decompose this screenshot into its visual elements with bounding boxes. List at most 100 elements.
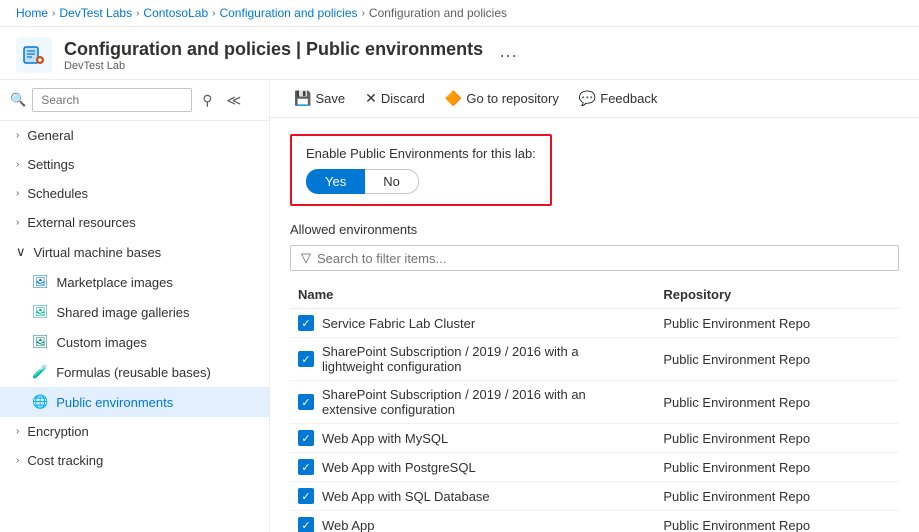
page-subtitle: DevTest Lab: [64, 60, 483, 72]
sidebar-item-label: General: [27, 128, 73, 143]
filter-input[interactable]: [317, 251, 888, 266]
table-cell-repo: Public Environment Repo: [655, 309, 899, 338]
toggle-yes-button[interactable]: Yes: [306, 169, 365, 194]
breadcrumb: Home › DevTest Labs › ContosoLab › Confi…: [0, 0, 919, 27]
public-env-icon: 🌐: [32, 394, 48, 410]
row-checkbox[interactable]: ✓: [298, 351, 314, 367]
sidebar-item-label: Formulas (reusable bases): [56, 365, 211, 380]
sidebar-item-label: Schedules: [27, 186, 88, 201]
sidebar-item-custom-images[interactable]: 🖼 Custom images: [0, 327, 269, 357]
col-header-name: Name: [290, 281, 655, 309]
toggle-no-button[interactable]: No: [365, 169, 419, 194]
feedback-button[interactable]: 💬 Feedback: [571, 86, 666, 111]
pin-button[interactable]: ⚲: [198, 90, 216, 111]
sidebar-item-formulas[interactable]: 🧪 Formulas (reusable bases): [0, 357, 269, 387]
row-checkbox[interactable]: ✓: [298, 315, 314, 331]
enable-label: Enable Public Environments for this lab:: [306, 146, 536, 161]
sidebar-item-label: External resources: [27, 215, 135, 230]
sidebar-item-label: Cost tracking: [27, 453, 103, 468]
breadcrumb-home[interactable]: Home: [16, 6, 48, 20]
collapse-button[interactable]: ≪: [222, 90, 245, 111]
sidebar: 🔍 ⚲ ≪ › General › Settings › Schedules ›…: [0, 80, 270, 532]
table-cell-name: ✓ Web App with SQL Database: [290, 482, 655, 511]
table-row: ✓ SharePoint Subscription / 2019 / 2016 …: [290, 338, 899, 381]
search-input[interactable]: [32, 88, 192, 112]
row-checkbox[interactable]: ✓: [298, 459, 314, 475]
marketplace-icon: 🖼: [32, 274, 49, 290]
filter-box: ▽: [290, 245, 899, 271]
allowed-env-title: Allowed environments: [290, 222, 899, 237]
table-cell-repo: Public Environment Repo: [655, 482, 899, 511]
save-icon: 💾: [294, 90, 311, 107]
page-header-text: Configuration and policies | Public envi…: [64, 39, 483, 72]
toggle-group: Yes No: [306, 169, 536, 194]
discard-icon: ✕: [365, 90, 377, 107]
more-options-button[interactable]: ···: [499, 45, 517, 66]
breadcrumb-sep-4: ›: [362, 8, 365, 19]
breadcrumb-devtest[interactable]: DevTest Labs: [59, 6, 132, 20]
discard-button[interactable]: ✕ Discard: [357, 86, 433, 111]
sidebar-item-shared-image-galleries[interactable]: 🖼 Shared image galleries: [0, 297, 269, 327]
env-name: Service Fabric Lab Cluster: [322, 316, 475, 331]
sidebar-item-encryption[interactable]: › Encryption: [0, 417, 269, 446]
chevron-right-icon: ›: [16, 159, 19, 170]
sidebar-item-label: Public environments: [56, 395, 173, 410]
env-name: Web App with SQL Database: [322, 489, 490, 504]
sidebar-item-label: Settings: [27, 157, 74, 172]
toolbar: 💾 Save ✕ Discard 🔶 Go to repository 💬 Fe…: [270, 80, 919, 118]
sidebar-item-marketplace-images[interactable]: 🖼 Marketplace images: [0, 267, 269, 297]
breadcrumb-sep-3: ›: [212, 8, 215, 19]
repo-icon: 🔶: [445, 90, 462, 107]
table-cell-repo: Public Environment Repo: [655, 338, 899, 381]
sidebar-item-label: Shared image galleries: [57, 305, 190, 320]
env-name: Web App with MySQL: [322, 431, 448, 446]
sidebar-group-vm-bases[interactable]: ∨ Virtual machine bases: [0, 237, 269, 267]
row-checkbox[interactable]: ✓: [298, 394, 314, 410]
save-button[interactable]: 💾 Save: [286, 86, 353, 111]
col-header-repo: Repository: [655, 281, 899, 309]
table-cell-repo: Public Environment Repo: [655, 453, 899, 482]
sidebar-item-cost-tracking[interactable]: › Cost tracking: [0, 446, 269, 475]
content-area: Enable Public Environments for this lab:…: [270, 118, 919, 532]
table-cell-name: ✓ Web App: [290, 511, 655, 532]
page-header-icon: [16, 37, 52, 73]
chevron-right-icon: ›: [16, 217, 19, 228]
sidebar-item-general[interactable]: › General: [0, 121, 269, 150]
breadcrumb-sep-1: ›: [52, 8, 55, 19]
table-row: ✓ Web App Public Environment Repo: [290, 511, 899, 532]
breadcrumb-config-policies[interactable]: Configuration and policies: [219, 6, 357, 20]
sidebar-item-settings[interactable]: › Settings: [0, 150, 269, 179]
sidebar-item-public-environments[interactable]: 🌐 Public environments: [0, 387, 269, 417]
page-title: Configuration and policies | Public envi…: [64, 39, 483, 60]
table-row: ✓ Service Fabric Lab Cluster Public Envi…: [290, 309, 899, 338]
row-checkbox[interactable]: ✓: [298, 488, 314, 504]
env-name: Web App with PostgreSQL: [322, 460, 476, 475]
env-name: Web App: [322, 518, 375, 532]
chevron-down-icon: ∨: [16, 244, 26, 260]
filter-icon: ▽: [301, 250, 311, 266]
table-cell-name: ✓ SharePoint Subscription / 2019 / 2016 …: [290, 338, 655, 381]
table-cell-repo: Public Environment Repo: [655, 511, 899, 532]
formulas-icon: 🧪: [32, 364, 48, 380]
table-row: ✓ SharePoint Subscription / 2019 / 2016 …: [290, 381, 899, 424]
sidebar-item-schedules[interactable]: › Schedules: [0, 179, 269, 208]
goto-repo-button[interactable]: 🔶 Go to repository: [437, 86, 567, 111]
table-cell-name: ✓ Web App with MySQL: [290, 424, 655, 453]
page-header: Configuration and policies | Public envi…: [0, 27, 919, 80]
sidebar-item-label: Encryption: [27, 424, 88, 439]
breadcrumb-sep-2: ›: [136, 8, 139, 19]
sidebar-item-external-resources[interactable]: › External resources: [0, 208, 269, 237]
table-cell-repo: Public Environment Repo: [655, 381, 899, 424]
main-content: 💾 Save ✕ Discard 🔶 Go to repository 💬 Fe…: [270, 80, 919, 532]
breadcrumb-contosolab[interactable]: ContosoLab: [143, 6, 208, 20]
table-cell-name: ✓ Web App with PostgreSQL: [290, 453, 655, 482]
chevron-right-icon: ›: [16, 455, 19, 466]
feedback-icon: 💬: [579, 90, 596, 107]
row-checkbox[interactable]: ✓: [298, 430, 314, 446]
chevron-right-icon: ›: [16, 426, 19, 437]
shared-gallery-icon: 🖼: [32, 304, 49, 320]
custom-image-icon: 🖼: [32, 334, 49, 350]
main-layout: 🔍 ⚲ ≪ › General › Settings › Schedules ›…: [0, 80, 919, 532]
row-checkbox[interactable]: ✓: [298, 517, 314, 532]
chevron-right-icon: ›: [16, 130, 19, 141]
